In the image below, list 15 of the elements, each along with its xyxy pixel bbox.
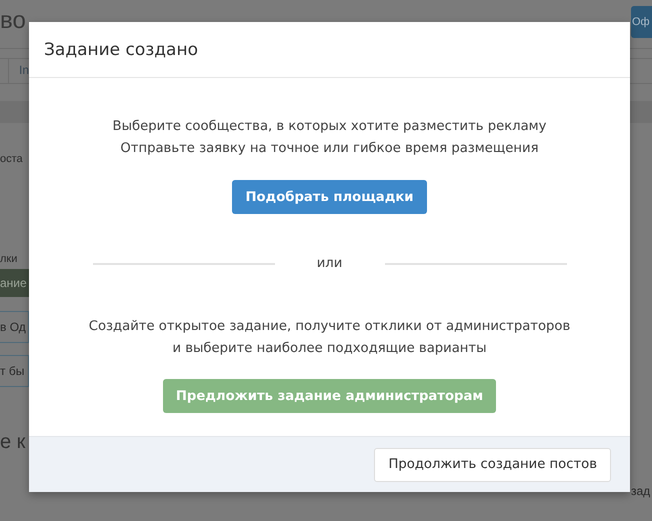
text-fragment: лки (0, 253, 18, 265)
action-button[interactable]: Оф (631, 6, 652, 38)
modal-title: Задание создано (29, 22, 630, 78)
continue-button[interactable]: Продолжить создание постов (374, 448, 611, 482)
choose-venues-button[interactable]: Подобрать площадки (232, 180, 427, 214)
status-bar: ание (0, 269, 29, 297)
tab[interactable]: In (9, 59, 29, 83)
text-fragment: оста (0, 153, 23, 165)
page-title: во (0, 6, 26, 36)
instruction-text: Выберите сообщества, в которых хотите разместить рекламу Отправьте заявку на точное или гибкое время размещения (112, 118, 546, 158)
section-title: е к (0, 431, 26, 454)
separator-text: или (316, 256, 344, 271)
table-cell: зад (631, 484, 650, 498)
offer-task-button[interactable]: Предложить задание администраторам (162, 379, 496, 413)
instruction-text: Создайте открытое задание, получите отклики от администраторов и выберите наиболее подходящие варианты (88, 318, 570, 358)
